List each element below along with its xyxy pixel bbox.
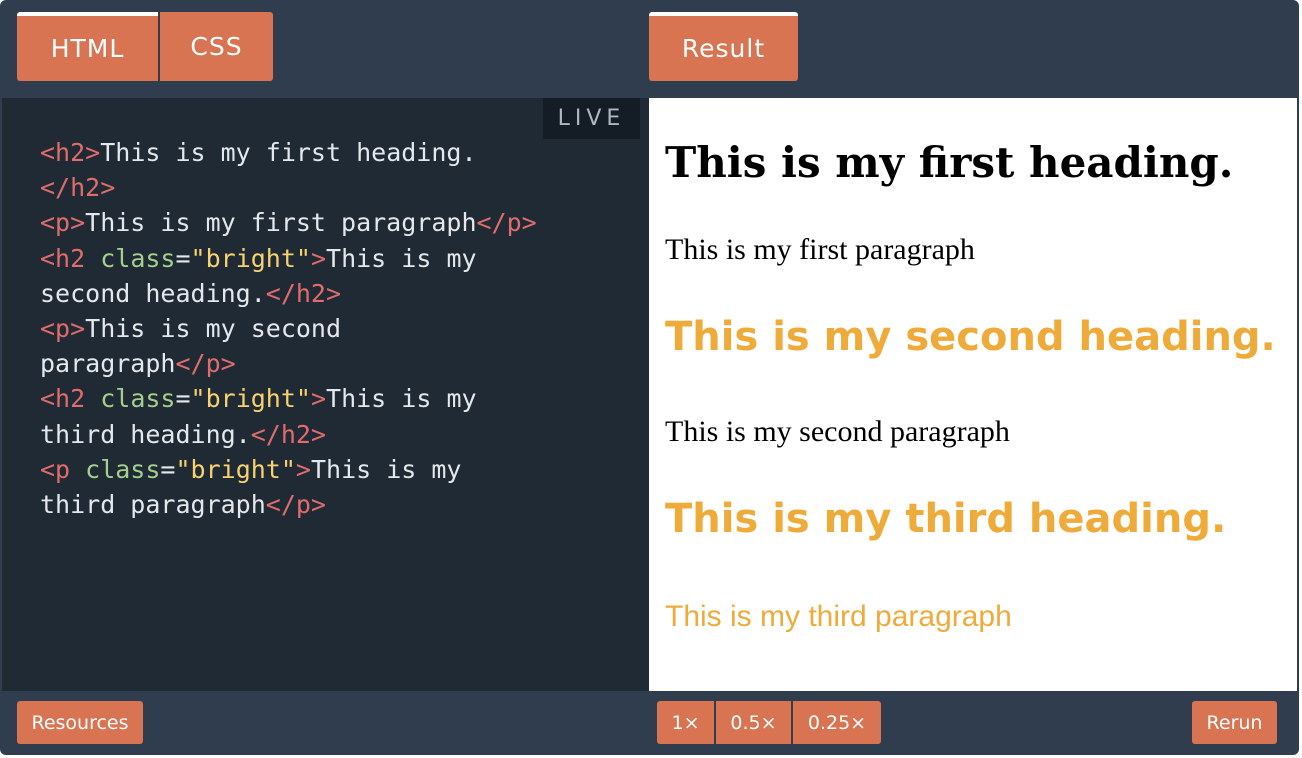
- zoom-0-25x-button[interactable]: 0.25×: [793, 701, 881, 744]
- result-paragraph-3: This is my third paragraph: [665, 600, 1012, 633]
- result-paragraph-1: This is my first paragraph: [665, 233, 975, 266]
- code-token: class: [85, 454, 161, 484]
- code-token: </p>: [476, 208, 537, 238]
- zoom-1x-button[interactable]: 1×: [657, 701, 714, 744]
- resources-button[interactable]: Resources: [17, 701, 143, 744]
- code-token: This is my: [326, 384, 477, 414]
- code-token: </h2>: [250, 419, 326, 449]
- code-line: third heading.</h2>: [40, 417, 510, 452]
- code-token: This is my first paragraph: [85, 208, 477, 238]
- code-line: second heading.</h2>: [40, 276, 510, 311]
- result-heading-2: This is my second heading.: [665, 314, 1276, 360]
- code-playground-frame: HTML CSS Result LIVE <h2>This is my firs…: [0, 0, 1299, 755]
- code-token: This is my first heading.: [100, 138, 477, 167]
- result-preview: This is my first heading. This is my fir…: [649, 98, 1297, 691]
- code-token: <h2: [40, 243, 101, 273]
- result-paragraph-2: This is my second paragraph: [665, 415, 1010, 448]
- result-heading-1: This is my first heading.: [665, 138, 1234, 187]
- code-token: third heading.: [40, 419, 251, 449]
- code-token: <p: [40, 454, 86, 484]
- result-heading-3: This is my third heading.: [665, 496, 1227, 542]
- code-token: third paragraph: [40, 490, 266, 520]
- code-line: <p>This is my second: [40, 311, 510, 346]
- code-token: </h2>: [40, 173, 116, 203]
- code-token: This is my second: [85, 314, 342, 344]
- code-token: </p>: [175, 349, 236, 379]
- tab-result[interactable]: Result: [649, 12, 798, 81]
- code-token: =: [160, 454, 176, 484]
- code-token: >: [310, 384, 327, 414]
- code-token: "bright": [190, 243, 311, 273]
- code-token: </h2>: [265, 278, 342, 308]
- code-token: class: [100, 243, 176, 273]
- code-line: <h2>This is my first heading.: [40, 135, 510, 170]
- tab-html[interactable]: HTML: [17, 12, 158, 81]
- code-token: "bright": [190, 384, 311, 414]
- code-text[interactable]: <h2>This is my first heading. </h2> <p>Thi…: [40, 135, 537, 522]
- code-token: <p>: [40, 314, 86, 344]
- code-line: </h2>: [40, 170, 510, 205]
- rerun-button[interactable]: Rerun: [1192, 701, 1277, 744]
- code-line: <p>This is my first paragraph</p>: [40, 205, 537, 240]
- code-token: class: [100, 384, 176, 414]
- code-token: <h2>: [40, 138, 101, 167]
- code-token: >: [310, 243, 327, 273]
- code-line: third paragraph</p>: [40, 487, 510, 522]
- code-line: <h2 class="bright">This is my: [40, 381, 510, 416]
- code-token: <h2: [40, 384, 101, 414]
- code-token: <p>: [40, 208, 86, 238]
- tab-css[interactable]: CSS: [160, 12, 273, 81]
- zoom-0-5x-button[interactable]: 0.5×: [716, 701, 791, 744]
- code-token: =: [175, 384, 191, 414]
- code-token: </p>: [265, 490, 326, 520]
- code-line: paragraph</p>: [40, 346, 510, 381]
- code-token: second heading.: [40, 278, 266, 308]
- code-token: "bright": [175, 454, 296, 484]
- code-line: <h2 class="bright">This is my: [40, 241, 510, 276]
- code-line: <p class="bright">This is my: [40, 452, 510, 487]
- code-token: This is my: [310, 454, 462, 484]
- code-token: This is my: [326, 243, 477, 273]
- html-code-editor[interactable]: LIVE <h2>This is my first heading. </h2> <…: [2, 98, 649, 691]
- code-token: =: [175, 243, 191, 273]
- code-token: paragraph: [40, 349, 176, 379]
- live-badge: LIVE: [543, 98, 640, 139]
- code-token: >: [295, 454, 311, 484]
